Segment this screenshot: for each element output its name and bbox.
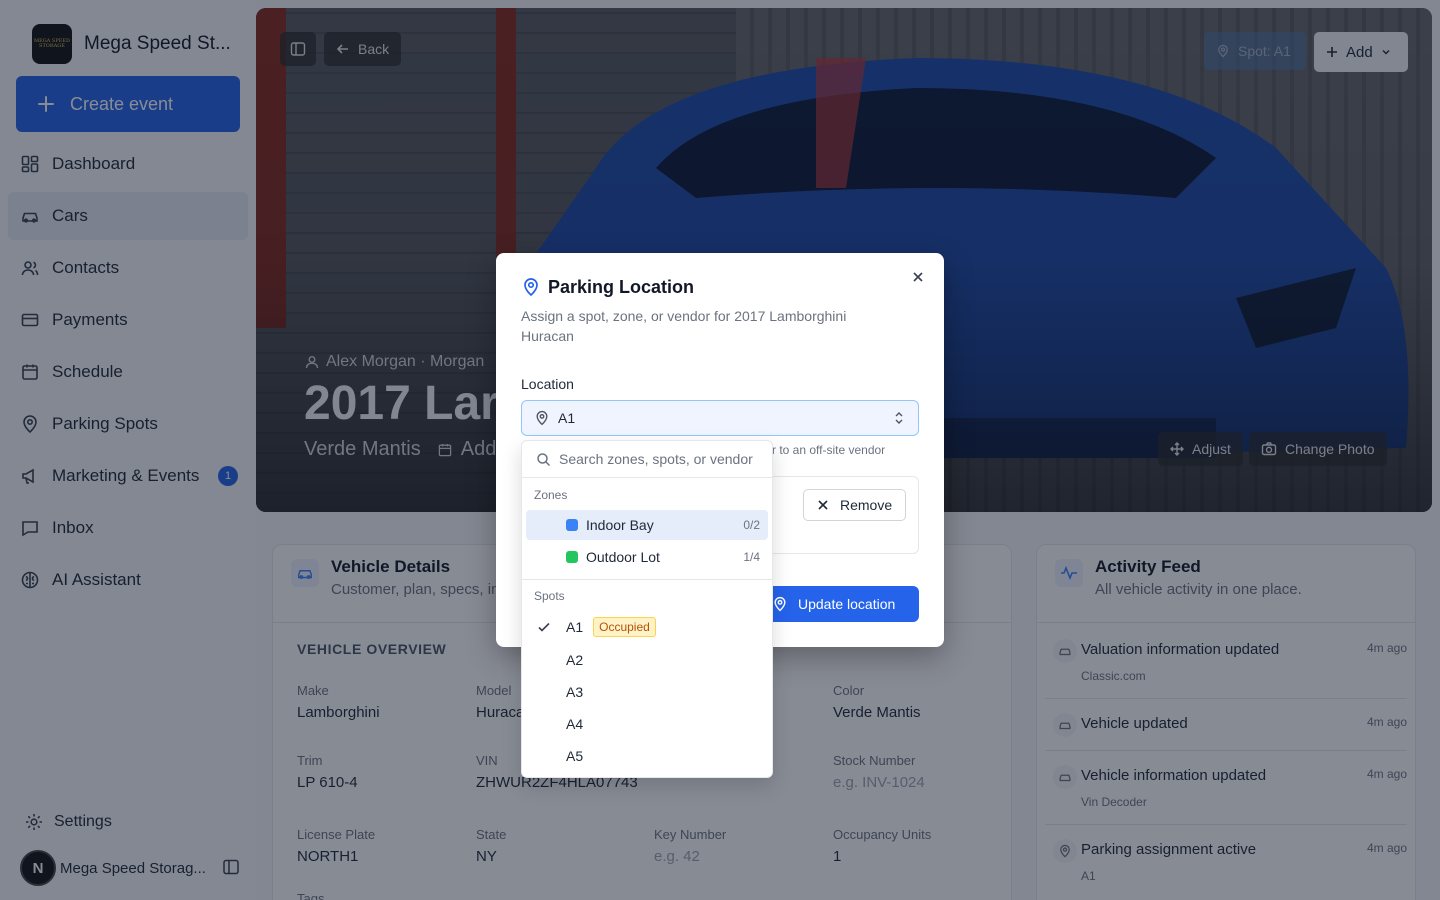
pin-icon <box>536 410 548 426</box>
spot-option-a5[interactable]: A5 <box>526 741 768 771</box>
zone-option-outdoor-lot[interactable]: Outdoor Lot 1/4 <box>526 542 768 572</box>
location-search-input[interactable]: Search zones, spots, or vendor <box>522 441 772 478</box>
zones-group-label: Zones <box>534 488 568 502</box>
zone-color-swatch <box>566 551 578 563</box>
remove-label: Remove <box>840 497 893 513</box>
close-icon <box>818 500 828 510</box>
location-dropdown: Search zones, spots, or vendor Zones Ind… <box>521 440 773 778</box>
spot-option-a2[interactable]: A2 <box>526 645 768 675</box>
spots-group-label: Spots <box>534 589 565 603</box>
zone-option-indoor-bay[interactable]: Indoor Bay 0/2 <box>526 510 768 540</box>
zone-color-swatch <box>566 519 578 531</box>
check-icon <box>538 622 550 632</box>
spot-name: A1 <box>566 619 584 635</box>
spot-option-a4[interactable]: A4 <box>526 709 768 739</box>
zone-name: Outdoor Lot <box>586 549 660 565</box>
zone-name: Indoor Bay <box>586 517 654 533</box>
update-location-label: Update location <box>798 596 896 612</box>
dialog-description: Assign a spot, zone, or vendor for 2017 … <box>521 308 847 344</box>
search-icon <box>537 452 551 466</box>
close-icon[interactable] <box>910 269 926 285</box>
pin-icon <box>524 278 538 297</box>
dialog-title: Parking Location <box>548 277 695 297</box>
location-selected-value: A1 <box>558 410 576 426</box>
spot-name: A3 <box>566 684 584 700</box>
vendor-hint: r to an off-site vendor <box>772 443 886 457</box>
divider <box>522 579 772 580</box>
spot-name: A5 <box>566 748 584 764</box>
search-placeholder: Search zones, spots, or vendor <box>559 451 753 467</box>
location-label: Location <box>521 376 574 392</box>
chevron-updown-icon <box>895 412 903 424</box>
occupied-badge: Occupied <box>593 617 656 637</box>
spot-option-a1[interactable]: A1 Occupied <box>526 612 768 642</box>
pin-icon <box>774 596 786 612</box>
location-select[interactable]: A1 <box>521 400 919 436</box>
spot-name: A2 <box>566 652 584 668</box>
zone-capacity: 1/4 <box>743 550 760 564</box>
remove-button[interactable]: Remove <box>803 489 906 521</box>
update-location-button[interactable]: Update location <box>758 586 919 622</box>
spot-name: A4 <box>566 716 584 732</box>
spot-option-a3[interactable]: A3 <box>526 677 768 707</box>
zone-capacity: 0/2 <box>743 518 760 532</box>
